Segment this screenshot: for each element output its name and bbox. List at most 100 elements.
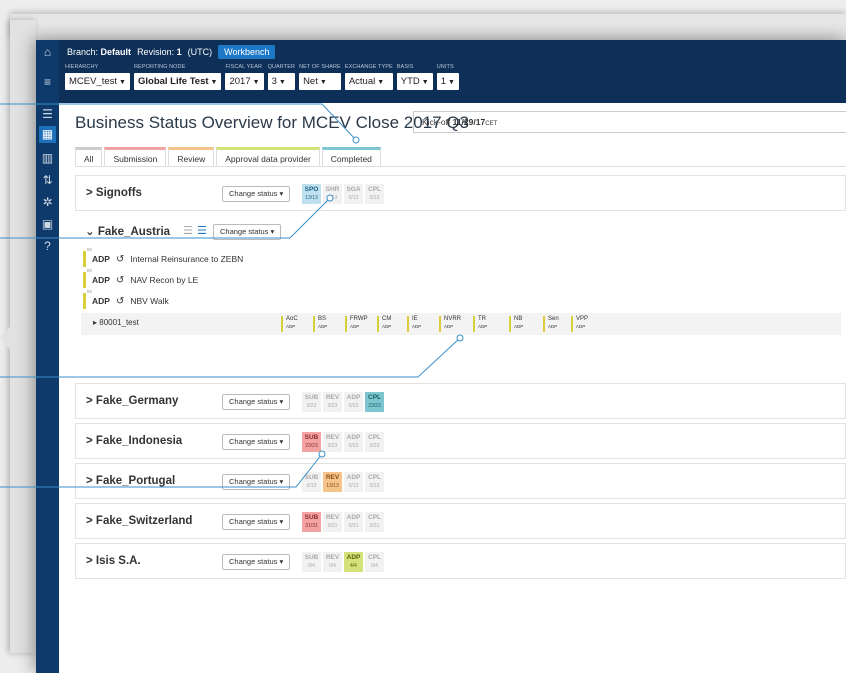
- row-label[interactable]: ▸ 80001_test: [93, 318, 139, 327]
- tab-review[interactable]: Review: [168, 147, 215, 167]
- filter-dropdown[interactable]: Net ▼: [299, 73, 341, 90]
- status-badge-cpl[interactable]: CPL 23/23: [365, 392, 384, 412]
- status-badge-sub[interactable]: SUB 0/23: [302, 392, 321, 412]
- list-item[interactable]: ADP ↺ Internal Reinsurance to ZEBN: [83, 251, 243, 267]
- row-marker: 80: [87, 268, 93, 273]
- status-badge-adp[interactable]: ADP 0/31: [344, 512, 363, 532]
- section-portugal-name[interactable]: > Fake_Portugal: [86, 475, 175, 487]
- filter-quarter: QUARTER 3 ▼: [267, 64, 296, 90]
- adp-column-nvrr[interactable]: NVRR ADP: [439, 316, 461, 332]
- filter-sliders-icon[interactable]: ≡: [39, 74, 56, 91]
- badge-code: REV: [325, 474, 340, 481]
- status-badge-cpl[interactable]: CPL 0/31: [365, 512, 384, 532]
- adp-column-cm[interactable]: CM ADP: [377, 316, 391, 332]
- status-badge-rev[interactable]: REV 13/13: [323, 472, 342, 492]
- table-row[interactable]: ▸ 80001_test AoC ADP BS ADP FRWP ADP CM ADP IE AD…: [81, 313, 841, 335]
- section-signoffs[interactable]: > Signoffs Change status ▾ SPO 13/13 SHR 0/…: [75, 175, 846, 211]
- tab-submission[interactable]: Submission: [104, 147, 167, 167]
- change-status-button[interactable]: Change status ▾: [213, 224, 282, 240]
- status-badge-adp[interactable]: ADP 0/13: [344, 472, 363, 492]
- status-badge-cpl[interactable]: CPL 0/4: [365, 552, 384, 572]
- status-badge-sub[interactable]: SUB 31/31: [302, 512, 321, 532]
- filter-dropdown[interactable]: 2017 ▼: [225, 73, 264, 90]
- filter-dropdown[interactable]: Global Life Test ▼: [133, 73, 222, 90]
- bar-chart-icon[interactable]: ▥: [39, 150, 56, 167]
- change-status-button[interactable]: Change status ▾: [222, 394, 291, 410]
- change-status-button[interactable]: Change status ▾: [222, 554, 291, 570]
- filter-dropdown[interactable]: 1 ▼: [436, 73, 459, 90]
- row-marker: 80: [87, 289, 93, 294]
- history-icon[interactable]: ↺: [116, 275, 124, 286]
- status-badge-rev[interactable]: REV 0/23: [323, 432, 342, 452]
- dashboard-icon[interactable]: ▦: [39, 126, 56, 143]
- list-item[interactable]: ADP ↺ NAV Recon by LE: [83, 272, 198, 288]
- change-status-button[interactable]: Change status ▾: [222, 186, 291, 202]
- adp-column-vpp[interactable]: VPP ADP: [571, 316, 588, 332]
- status-badge-sub[interactable]: SUB 0/4: [302, 552, 321, 572]
- filter-dropdown[interactable]: 3 ▼: [267, 73, 296, 90]
- section-indonesia-name[interactable]: > Fake_Indonesia: [86, 435, 182, 447]
- adp-column-ie[interactable]: IE ADP: [407, 316, 421, 332]
- menu-icon[interactable]: ☰: [39, 106, 56, 123]
- sort-arrows-icon[interactable]: ⇅: [39, 172, 56, 189]
- gear-icon[interactable]: ✲: [39, 194, 56, 211]
- status-badge-sub[interactable]: SUB 23/23: [302, 432, 321, 452]
- workbench-button[interactable]: Workbench: [218, 45, 276, 59]
- detail-view-icon[interactable]: ☰: [197, 224, 207, 237]
- history-icon[interactable]: ↺: [116, 254, 124, 265]
- inbox-icon[interactable]: ▣: [39, 216, 56, 233]
- change-status-button[interactable]: Change status ▾: [222, 514, 291, 530]
- adp-column-aoc[interactable]: AoC ADP: [281, 316, 298, 332]
- change-status-button[interactable]: Change status ▾: [222, 434, 291, 450]
- status-badge-cpl[interactable]: CPL 0/13: [365, 472, 384, 492]
- section-germany-name[interactable]: > Fake_Germany: [86, 395, 178, 407]
- status-badge-sga[interactable]: SGA 0/13: [344, 184, 363, 204]
- adp-column-sen[interactable]: Sen ADP: [543, 316, 559, 332]
- badge-count: 23/23: [305, 443, 318, 449]
- section-signoffs-name[interactable]: > Signoffs: [86, 187, 142, 199]
- adp-column-bs[interactable]: BS ADP: [313, 316, 327, 332]
- section-fake-germany[interactable]: > Fake_Germany Change status ▾ SUB 0/23 RE…: [75, 383, 846, 419]
- tab-all[interactable]: All: [75, 147, 103, 167]
- branch-info: Branch: Default Revision: 1 (UTC) Workbe…: [67, 44, 276, 60]
- adp-column-nb[interactable]: NB ADP: [509, 316, 523, 332]
- history-icon[interactable]: ↺: [116, 296, 124, 307]
- caret-down-icon: ▼: [421, 79, 429, 86]
- section-isis[interactable]: > Isis S.A. Change status ▾ SUB 0/4 REV 0/4…: [75, 543, 846, 579]
- badge-count: 0/31: [369, 523, 380, 529]
- status-badge-adp[interactable]: ADP 0/23: [344, 432, 363, 452]
- section-fake-portugal[interactable]: > Fake_Portugal Change status ▾ SUB 0/13 R…: [75, 463, 846, 499]
- filter-dropdown[interactable]: MCEV_test ▼: [65, 73, 130, 90]
- list-view-icon[interactable]: ☰: [183, 224, 193, 237]
- status-badge-rev[interactable]: REV 0/23: [323, 392, 342, 412]
- tab-approval-data-provider[interactable]: Approval data provider: [216, 147, 320, 167]
- section-fake-indonesia[interactable]: > Fake_Indonesia Change status ▾ SUB 23/2…: [75, 423, 846, 459]
- section-isis-name[interactable]: > Isis S.A.: [86, 555, 141, 567]
- status-badge-adp[interactable]: ADP 4/4: [344, 552, 363, 572]
- section-austria-name[interactable]: ⌄ Fake_Austria: [85, 224, 170, 238]
- help-icon[interactable]: ?: [39, 238, 56, 255]
- change-status-button[interactable]: Change status ▾: [222, 474, 291, 490]
- filter-dropdown[interactable]: YTD ▼: [396, 73, 433, 90]
- revision-value[interactable]: 1: [177, 47, 182, 57]
- branch-value[interactable]: Default: [101, 47, 132, 57]
- status-badge-cpl[interactable]: CPL 0/13: [365, 184, 384, 204]
- status-badge-cpl[interactable]: CPL 0/23: [365, 432, 384, 452]
- list-item[interactable]: ADP ↺ NBV Walk: [83, 293, 169, 309]
- home-icon[interactable]: ⌂: [39, 44, 56, 61]
- badge-code: CPL: [368, 394, 381, 401]
- status-badge-adp[interactable]: ADP 0/23: [344, 392, 363, 412]
- tab-completed[interactable]: Completed: [321, 147, 381, 167]
- status-badge-sub[interactable]: SUB 0/13: [302, 472, 321, 492]
- status-badge-spo[interactable]: SPO 13/13: [302, 184, 321, 204]
- status-badge-shr[interactable]: SHR 0/13: [323, 184, 342, 204]
- section-fake-switzerland[interactable]: > Fake_Switzerland Change status ▾ SUB 31…: [75, 503, 846, 539]
- adp-column-frwp[interactable]: FRWP ADP: [345, 316, 368, 332]
- filter-dropdown[interactable]: Actual ▼: [344, 73, 393, 90]
- adp-column-tr[interactable]: TR ADP: [473, 316, 487, 332]
- badge-count: 0/13: [327, 195, 338, 201]
- section-switzerland-name[interactable]: > Fake_Switzerland: [86, 515, 192, 527]
- status-badge-rev[interactable]: REV 0/31: [323, 512, 342, 532]
- filter-label: EXCHANGE TYPE: [344, 64, 393, 70]
- status-badge-rev[interactable]: REV 0/4: [323, 552, 342, 572]
